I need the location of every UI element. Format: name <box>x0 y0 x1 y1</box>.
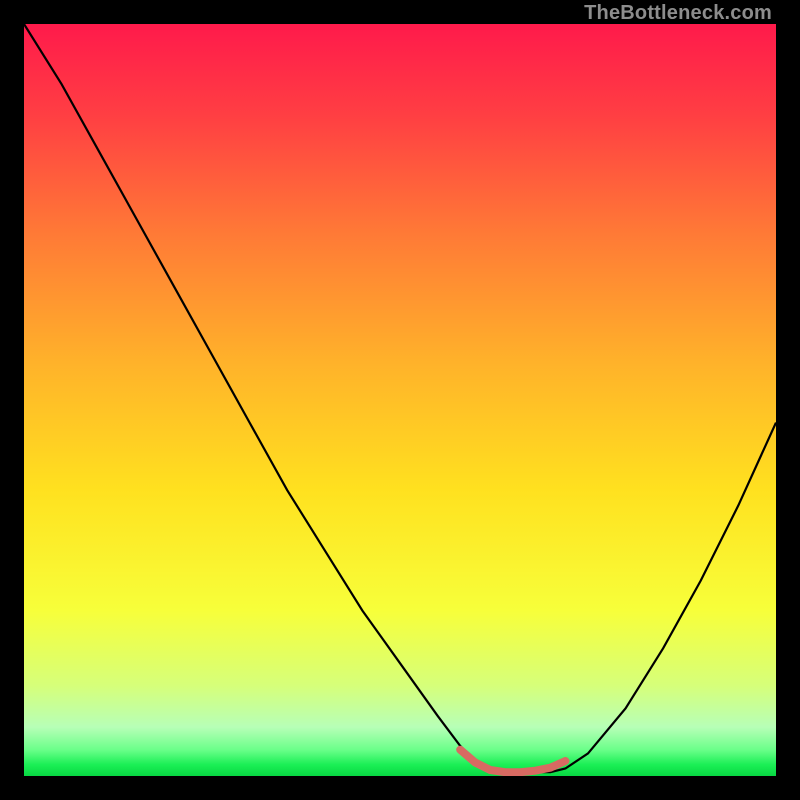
watermark-label: TheBottleneck.com <box>584 2 772 25</box>
bottleneck-chart <box>24 24 776 776</box>
chart-frame <box>24 24 776 776</box>
